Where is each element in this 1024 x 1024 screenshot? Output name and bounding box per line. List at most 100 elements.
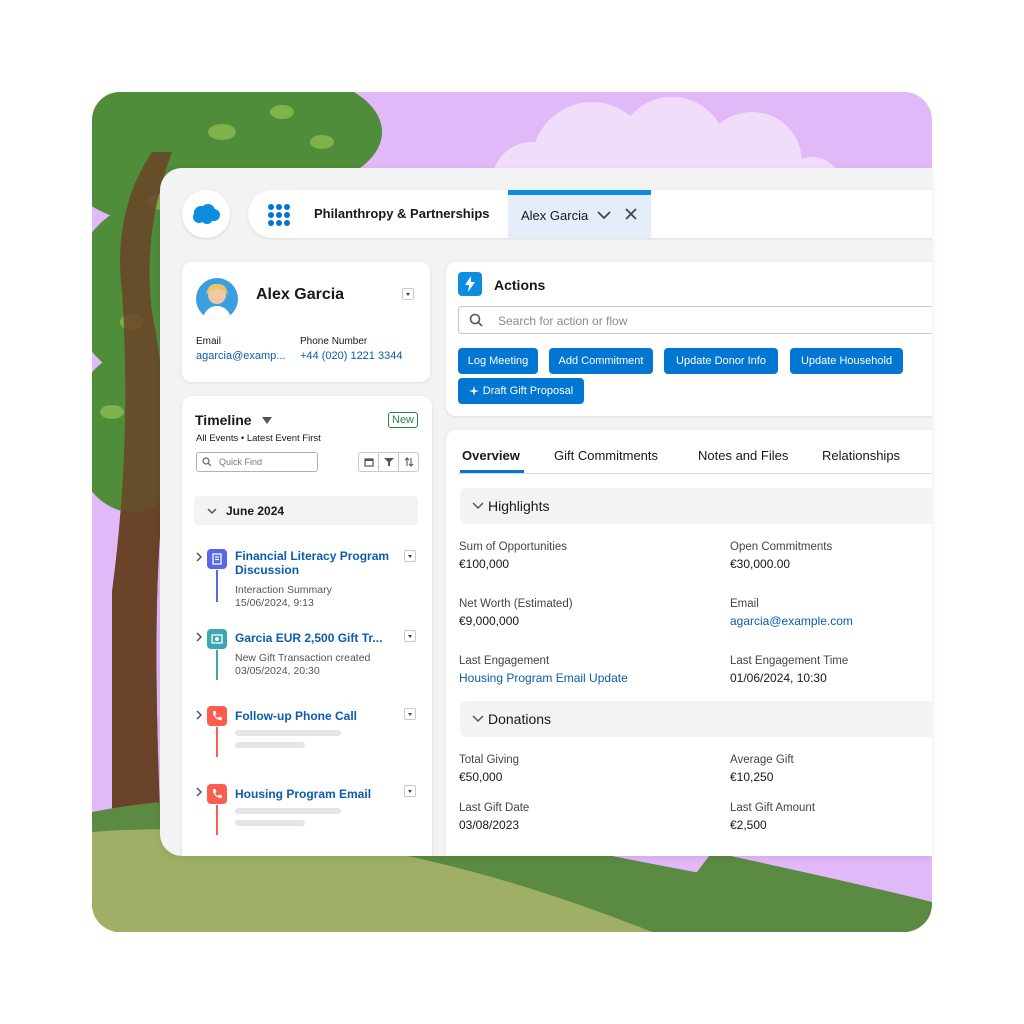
lightning-icon xyxy=(458,272,482,296)
action-search-placeholder: Search for action or flow xyxy=(498,314,628,328)
sparkle-icon xyxy=(468,386,479,396)
timeline-item-title[interactable]: Financial Literacy Program xyxy=(235,549,389,563)
timeline-item-title[interactable]: Follow-up Phone Call xyxy=(235,709,357,723)
phone-link[interactable]: +44 (020) 1221 3344 xyxy=(300,350,402,362)
tabs-divider xyxy=(458,473,932,474)
field-label: Last Gift Date xyxy=(459,802,530,814)
tab-overview[interactable]: Overview xyxy=(462,448,520,463)
timeline-item-subtitle: Interaction Summary xyxy=(235,584,332,596)
actions-card: Actions Search for action or flow Log Me… xyxy=(446,262,932,416)
field-label: Last Gift Amount xyxy=(730,802,816,814)
add-commitment-button[interactable]: Add Commitment xyxy=(549,348,653,374)
phone-icon xyxy=(207,784,227,804)
timeline-item-menu[interactable] xyxy=(404,708,416,720)
tab-label: Alex Garcia xyxy=(521,208,589,223)
draft-gift-proposal-button[interactable]: Draft Gift Proposal xyxy=(458,378,584,404)
chevron-down-icon xyxy=(207,508,217,515)
phone-label: Phone Number xyxy=(300,336,368,347)
timeline-card: Timeline New All Events • Latest Event F… xyxy=(182,396,432,856)
caret-down-icon[interactable] xyxy=(262,417,272,425)
profile-menu-button[interactable] xyxy=(402,288,414,300)
profile-card: Alex Garcia Email agarcia@examp... Phone… xyxy=(182,262,430,382)
email-link[interactable]: agarcia@examp... xyxy=(196,350,285,362)
field-label: Open Commitments xyxy=(730,541,833,553)
field-value: €30,000.00 xyxy=(730,557,791,571)
field-value: €9,000,000 xyxy=(459,614,520,628)
search-icon xyxy=(202,457,212,467)
field-value: €10,250 xyxy=(730,770,774,784)
highlights-title: Highlights xyxy=(488,498,550,514)
last-engagement-link[interactable]: Housing Program Email Update xyxy=(459,671,628,685)
quick-find-input[interactable]: Quick Find xyxy=(196,452,318,472)
timeline-line xyxy=(216,650,218,680)
log-meeting-button[interactable]: Log Meeting xyxy=(458,348,538,374)
chevron-down-icon xyxy=(472,502,484,510)
note-icon xyxy=(207,549,227,569)
timeline-item-menu[interactable] xyxy=(404,630,416,642)
timeline-item-title-cont[interactable]: Discussion xyxy=(235,563,299,577)
timeline-title: Timeline xyxy=(195,412,252,428)
field-value: 01/06/2024, 10:30 xyxy=(730,671,827,685)
expand-chevron-icon[interactable] xyxy=(195,632,203,642)
search-icon xyxy=(469,313,483,327)
update-donor-info-button[interactable]: Update Donor Info xyxy=(664,348,778,374)
chevron-down-icon[interactable] xyxy=(596,207,612,223)
calendar-icon[interactable] xyxy=(359,453,379,471)
sort-icon[interactable] xyxy=(399,453,418,471)
field-label: Last Engagement Time xyxy=(730,655,849,667)
tab-notes-and-files[interactable]: Notes and Files xyxy=(698,448,788,463)
tab-alex-garcia[interactable]: Alex Garcia xyxy=(508,190,651,238)
new-button[interactable]: New xyxy=(388,412,419,428)
close-icon[interactable] xyxy=(624,207,638,221)
cloud-logo-icon xyxy=(193,204,220,224)
quick-find-placeholder: Quick Find xyxy=(219,457,263,467)
filter-icon[interactable] xyxy=(379,453,399,471)
timeline-item-title[interactable]: Garcia EUR 2,500 Gift Tr... xyxy=(235,631,382,645)
timeline-line xyxy=(216,805,218,835)
timeline-item-date: 03/05/2024, 20:30 xyxy=(235,665,320,677)
field-label: Total Giving xyxy=(459,754,520,766)
timeline-item-subtitle: New Gift Transaction created xyxy=(235,652,371,664)
expand-chevron-icon[interactable] xyxy=(195,552,203,562)
field-label: Last Engagement xyxy=(459,655,550,667)
skeleton-line xyxy=(235,820,305,826)
timeline-item-title[interactable]: Housing Program Email xyxy=(235,787,371,801)
action-search-input[interactable]: Search for action or flow xyxy=(458,306,932,334)
profile-name: Alex Garcia xyxy=(256,286,345,303)
month-label: June 2024 xyxy=(226,504,285,518)
expand-chevron-icon[interactable] xyxy=(195,787,203,797)
app-window: Philanthropy & Partnerships Alex Garcia … xyxy=(160,168,932,856)
email-label: Email xyxy=(196,336,222,347)
expand-chevron-icon[interactable] xyxy=(195,710,203,720)
app-name: Philanthropy & Partnerships xyxy=(314,206,490,221)
field-label: Email xyxy=(730,598,759,610)
email-value-link[interactable]: agarcia@example.com xyxy=(730,614,853,628)
timeline-subtitle: All Events • Latest Event First xyxy=(196,433,321,444)
month-header[interactable]: June 2024 xyxy=(194,496,418,525)
tab-relationships[interactable]: Relationships xyxy=(822,448,900,463)
actions-title: Actions xyxy=(494,277,546,293)
highlights-section-header[interactable]: Highlights xyxy=(460,488,932,524)
field-label: Net Worth (Estimated) xyxy=(459,598,573,610)
draft-gift-proposal-label: Draft Gift Proposal xyxy=(482,385,574,397)
field-label: Average Gift xyxy=(730,754,794,766)
skeleton-line xyxy=(235,730,341,736)
timeline-line xyxy=(216,727,218,757)
chevron-down-icon xyxy=(472,715,484,723)
avatar xyxy=(196,278,238,320)
field-value: €50,000 xyxy=(459,770,503,784)
update-household-button[interactable]: Update Household xyxy=(790,348,903,374)
timeline-item-menu[interactable] xyxy=(404,785,416,797)
phone-icon xyxy=(207,706,227,726)
salesforce-logo[interactable] xyxy=(182,190,230,238)
timeline-item-date: 15/06/2024, 9:13 xyxy=(235,597,314,609)
tab-gift-commitments[interactable]: Gift Commitments xyxy=(554,448,658,463)
app-launcher-icon[interactable] xyxy=(268,204,290,226)
donations-section-header[interactable]: Donations xyxy=(460,701,932,737)
field-value: 03/08/2023 xyxy=(459,818,520,832)
timeline-item-menu[interactable] xyxy=(404,550,416,562)
money-icon xyxy=(207,629,227,649)
field-label: Sum of Opportunities xyxy=(459,541,568,553)
donations-title: Donations xyxy=(488,711,552,727)
skeleton-line xyxy=(235,742,305,748)
